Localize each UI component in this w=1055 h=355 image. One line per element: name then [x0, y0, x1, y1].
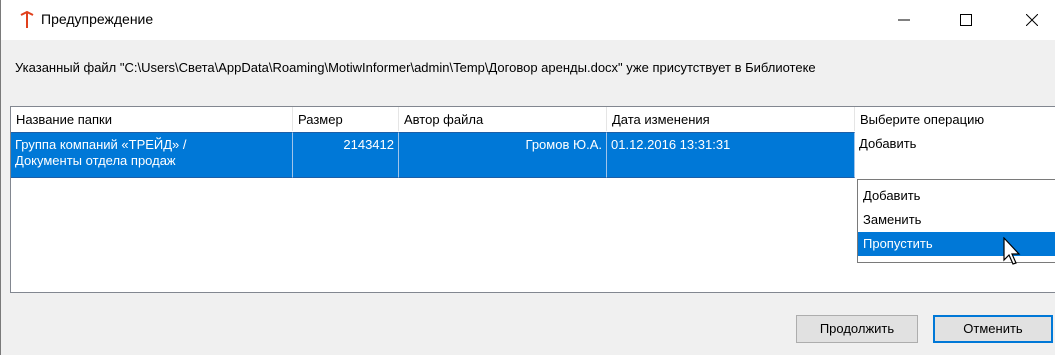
cell-folder[interactable]: Группа компаний «ТРЕЙД» / Документы отде…: [11, 132, 293, 178]
cell-date[interactable]: 01.12.2016 13:31:31: [607, 132, 855, 178]
mouse-pointer-icon: [1003, 237, 1021, 265]
close-button[interactable]: [1009, 0, 1055, 40]
dropdown-option-replace[interactable]: Заменить: [858, 208, 1055, 232]
cell-size[interactable]: 2143412: [293, 132, 399, 178]
column-header-folder[interactable]: Название папки: [11, 107, 293, 131]
folder-line-2: Документы отдела продаж: [15, 153, 176, 168]
warning-dialog: Предупреждение Указанный файл "C:\Users\…: [0, 0, 1055, 355]
minimize-button[interactable]: [881, 0, 927, 40]
dropdown-option-add[interactable]: Добавить: [858, 184, 1055, 208]
column-header-size[interactable]: Размер: [293, 107, 399, 131]
column-header-author[interactable]: Автор файла: [399, 107, 607, 131]
upload-arrow-icon: [20, 10, 34, 28]
column-header-operation[interactable]: Выберите операцию: [855, 107, 1055, 131]
maximize-icon: [960, 14, 972, 26]
cell-author[interactable]: Громов Ю.А.: [399, 132, 607, 178]
warning-message: Указанный файл "C:\Users\Света\AppData\R…: [15, 60, 816, 75]
cancel-button[interactable]: Отменить: [933, 315, 1053, 343]
table-row[interactable]: Группа компаний «ТРЕЙД» / Документы отде…: [11, 132, 1055, 178]
folder-line-1: Группа компаний «ТРЕЙД» /: [15, 137, 187, 152]
window-title: Предупреждение: [41, 11, 154, 27]
title-bar: Предупреждение: [1, 0, 1055, 40]
column-header-date[interactable]: Дата изменения: [607, 107, 855, 131]
dropdown-option-skip[interactable]: Пропустить: [858, 232, 1055, 256]
continue-button[interactable]: Продолжить: [796, 315, 918, 343]
cell-operation-select[interactable]: Добавить: [855, 132, 1055, 178]
close-icon: [1026, 14, 1038, 26]
table-header: Название папки Размер Автор файла Дата и…: [11, 107, 1055, 133]
minimize-icon: [898, 19, 910, 21]
operation-dropdown-list: Добавить Заменить Пропустить: [857, 179, 1055, 263]
maximize-button[interactable]: [943, 0, 989, 40]
